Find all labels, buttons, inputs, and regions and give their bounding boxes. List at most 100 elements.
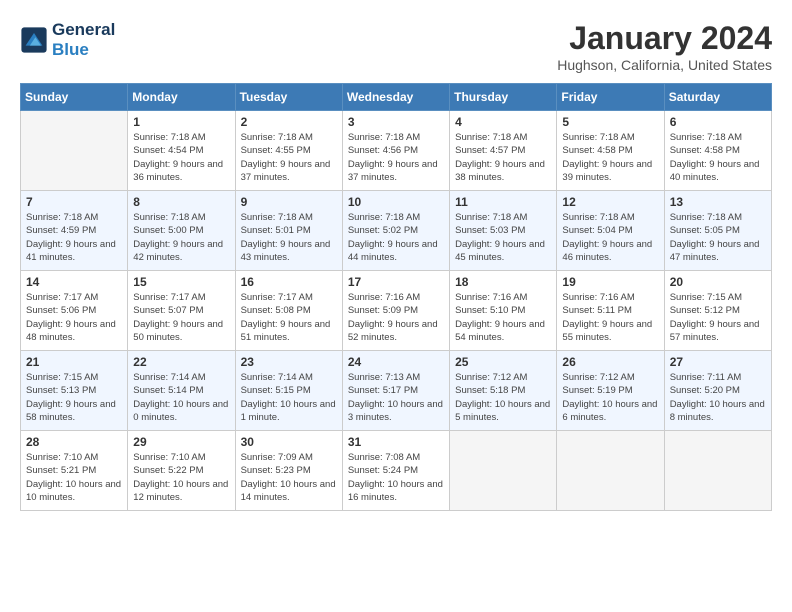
- day-number: 15: [133, 275, 229, 289]
- day-info: Sunrise: 7:18 AMSunset: 4:57 PMDaylight:…: [455, 131, 551, 184]
- day-info: Sunrise: 7:12 AMSunset: 5:19 PMDaylight:…: [562, 371, 658, 424]
- calendar-cell: 14 Sunrise: 7:17 AMSunset: 5:06 PMDayligh…: [21, 271, 128, 351]
- day-info: Sunrise: 7:16 AMSunset: 5:09 PMDaylight:…: [348, 291, 444, 344]
- calendar-cell: 27 Sunrise: 7:11 AMSunset: 5:20 PMDayligh…: [664, 351, 771, 431]
- calendar-cell: 4Sunrise: 7:18 AMSunset: 4:57 PMDaylight…: [450, 111, 557, 191]
- calendar-cell: 23 Sunrise: 7:14 AMSunset: 5:15 PMDayligh…: [235, 351, 342, 431]
- day-number: 11: [455, 195, 551, 209]
- day-info: Sunrise: 7:18 AMSunset: 5:02 PMDaylight:…: [348, 211, 444, 264]
- day-number: 12: [562, 195, 658, 209]
- day-info: Sunrise: 7:17 AMSunset: 5:08 PMDaylight:…: [241, 291, 337, 344]
- location: Hughson, California, United States: [557, 57, 772, 73]
- day-info: Sunrise: 7:14 AMSunset: 5:14 PMDaylight:…: [133, 371, 229, 424]
- calendar-cell: 26 Sunrise: 7:12 AMSunset: 5:19 PMDayligh…: [557, 351, 664, 431]
- day-number: 7: [26, 195, 122, 209]
- day-number: 8: [133, 195, 229, 209]
- day-number: 3: [348, 115, 444, 129]
- page-header: General Blue January 2024 Hughson, Calif…: [20, 20, 772, 73]
- logo: General Blue: [20, 20, 115, 60]
- calendar-cell: 5 Sunrise: 7:18 AMSunset: 4:58 PMDaylight…: [557, 111, 664, 191]
- day-number: 27: [670, 355, 766, 369]
- day-number: 2: [241, 115, 337, 129]
- calendar-week-2: 7 Sunrise: 7:18 AMSunset: 4:59 PMDaylight…: [21, 191, 772, 271]
- day-number: 22: [133, 355, 229, 369]
- calendar-cell: 11 Sunrise: 7:18 AMSunset: 5:03 PMDayligh…: [450, 191, 557, 271]
- day-number: 19: [562, 275, 658, 289]
- calendar-week-3: 14 Sunrise: 7:17 AMSunset: 5:06 PMDayligh…: [21, 271, 772, 351]
- day-number: 6: [670, 115, 766, 129]
- calendar-cell: 30Sunrise: 7:09 AMSunset: 5:23 PMDayligh…: [235, 431, 342, 511]
- day-info: Sunrise: 7:15 AMSunset: 5:13 PMDaylight:…: [26, 371, 122, 424]
- day-header-monday: Monday: [128, 84, 235, 111]
- calendar-cell: 2 Sunrise: 7:18 AMSunset: 4:55 PMDaylight…: [235, 111, 342, 191]
- day-number: 5: [562, 115, 658, 129]
- day-number: 24: [348, 355, 444, 369]
- day-info: Sunrise: 7:11 AMSunset: 5:20 PMDaylight:…: [670, 371, 766, 424]
- day-number: 13: [670, 195, 766, 209]
- day-info: Sunrise: 7:18 AMSunset: 5:05 PMDaylight:…: [670, 211, 766, 264]
- day-info: Sunrise: 7:16 AMSunset: 5:10 PMDaylight:…: [455, 291, 551, 344]
- day-info: Sunrise: 7:09 AMSunset: 5:23 PMDaylight:…: [241, 451, 337, 504]
- calendar-cell: 8 Sunrise: 7:18 AMSunset: 5:00 PMDaylight…: [128, 191, 235, 271]
- day-number: 9: [241, 195, 337, 209]
- calendar-cell: [557, 431, 664, 511]
- calendar-cell: 9 Sunrise: 7:18 AMSunset: 5:01 PMDaylight…: [235, 191, 342, 271]
- calendar-cell: 21 Sunrise: 7:15 AMSunset: 5:13 PMDayligh…: [21, 351, 128, 431]
- day-number: 10: [348, 195, 444, 209]
- calendar-cell: 16 Sunrise: 7:17 AMSunset: 5:08 PMDayligh…: [235, 271, 342, 351]
- calendar-cell: 31 Sunrise: 7:08 AMSunset: 5:24 PMDayligh…: [342, 431, 449, 511]
- day-number: 29: [133, 435, 229, 449]
- day-info: Sunrise: 7:18 AMSunset: 4:59 PMDaylight:…: [26, 211, 122, 264]
- day-info: Sunrise: 7:10 AMSunset: 5:22 PMDaylight:…: [133, 451, 229, 504]
- calendar-cell: 13 Sunrise: 7:18 AMSunset: 5:05 PMDayligh…: [664, 191, 771, 271]
- day-info: Sunrise: 7:18 AMSunset: 4:58 PMDaylight:…: [670, 131, 766, 184]
- day-info: Sunrise: 7:18 AMSunset: 4:56 PMDaylight:…: [348, 131, 444, 184]
- calendar-cell: [21, 111, 128, 191]
- calendar-cell: 12 Sunrise: 7:18 AMSunset: 5:04 PMDayligh…: [557, 191, 664, 271]
- day-info: Sunrise: 7:18 AMSunset: 5:03 PMDaylight:…: [455, 211, 551, 264]
- logo-icon: [20, 26, 48, 54]
- day-number: 31: [348, 435, 444, 449]
- day-number: 14: [26, 275, 122, 289]
- day-info: Sunrise: 7:13 AMSunset: 5:17 PMDaylight:…: [348, 371, 444, 424]
- calendar-cell: 18 Sunrise: 7:16 AMSunset: 5:10 PMDayligh…: [450, 271, 557, 351]
- month-title: January 2024: [557, 20, 772, 57]
- day-info: Sunrise: 7:16 AMSunset: 5:11 PMDaylight:…: [562, 291, 658, 344]
- day-number: 16: [241, 275, 337, 289]
- day-info: Sunrise: 7:14 AMSunset: 5:15 PMDaylight:…: [241, 371, 337, 424]
- calendar-body: 1 Sunrise: 7:18 AMSunset: 4:54 PMDaylight…: [21, 111, 772, 511]
- day-number: 26: [562, 355, 658, 369]
- day-info: Sunrise: 7:18 AMSunset: 4:58 PMDaylight:…: [562, 131, 658, 184]
- calendar-cell: 10 Sunrise: 7:18 AMSunset: 5:02 PMDayligh…: [342, 191, 449, 271]
- calendar-cell: 15Sunrise: 7:17 AMSunset: 5:07 PMDayligh…: [128, 271, 235, 351]
- day-header-wednesday: Wednesday: [342, 84, 449, 111]
- calendar-cell: 29 Sunrise: 7:10 AMSunset: 5:22 PMDayligh…: [128, 431, 235, 511]
- calendar-week-1: 1 Sunrise: 7:18 AMSunset: 4:54 PMDaylight…: [21, 111, 772, 191]
- calendar-cell: 19 Sunrise: 7:16 AMSunset: 5:11 PMDayligh…: [557, 271, 664, 351]
- day-info: Sunrise: 7:18 AMSunset: 5:01 PMDaylight:…: [241, 211, 337, 264]
- day-number: 1: [133, 115, 229, 129]
- day-header-thursday: Thursday: [450, 84, 557, 111]
- day-info: Sunrise: 7:18 AMSunset: 5:04 PMDaylight:…: [562, 211, 658, 264]
- day-number: 28: [26, 435, 122, 449]
- calendar-cell: 7 Sunrise: 7:18 AMSunset: 4:59 PMDaylight…: [21, 191, 128, 271]
- calendar-cell: 17 Sunrise: 7:16 AMSunset: 5:09 PMDayligh…: [342, 271, 449, 351]
- calendar-cell: 22 Sunrise: 7:14 AMSunset: 5:14 PMDayligh…: [128, 351, 235, 431]
- day-number: 25: [455, 355, 551, 369]
- day-number: 21: [26, 355, 122, 369]
- logo-text: General Blue: [52, 20, 115, 60]
- calendar-week-4: 21 Sunrise: 7:15 AMSunset: 5:13 PMDayligh…: [21, 351, 772, 431]
- day-info: Sunrise: 7:18 AMSunset: 4:55 PMDaylight:…: [241, 131, 337, 184]
- calendar-week-5: 28 Sunrise: 7:10 AMSunset: 5:21 PMDayligh…: [21, 431, 772, 511]
- day-number: 18: [455, 275, 551, 289]
- day-number: 20: [670, 275, 766, 289]
- day-number: 17: [348, 275, 444, 289]
- day-header-tuesday: Tuesday: [235, 84, 342, 111]
- day-info: Sunrise: 7:17 AMSunset: 5:06 PMDaylight:…: [26, 291, 122, 344]
- day-info: Sunrise: 7:08 AMSunset: 5:24 PMDaylight:…: [348, 451, 444, 504]
- day-info: Sunrise: 7:10 AMSunset: 5:21 PMDaylight:…: [26, 451, 122, 504]
- day-number: 23: [241, 355, 337, 369]
- day-header-sunday: Sunday: [21, 84, 128, 111]
- day-info: Sunrise: 7:18 AMSunset: 4:54 PMDaylight:…: [133, 131, 229, 184]
- day-info: Sunrise: 7:18 AMSunset: 5:00 PMDaylight:…: [133, 211, 229, 264]
